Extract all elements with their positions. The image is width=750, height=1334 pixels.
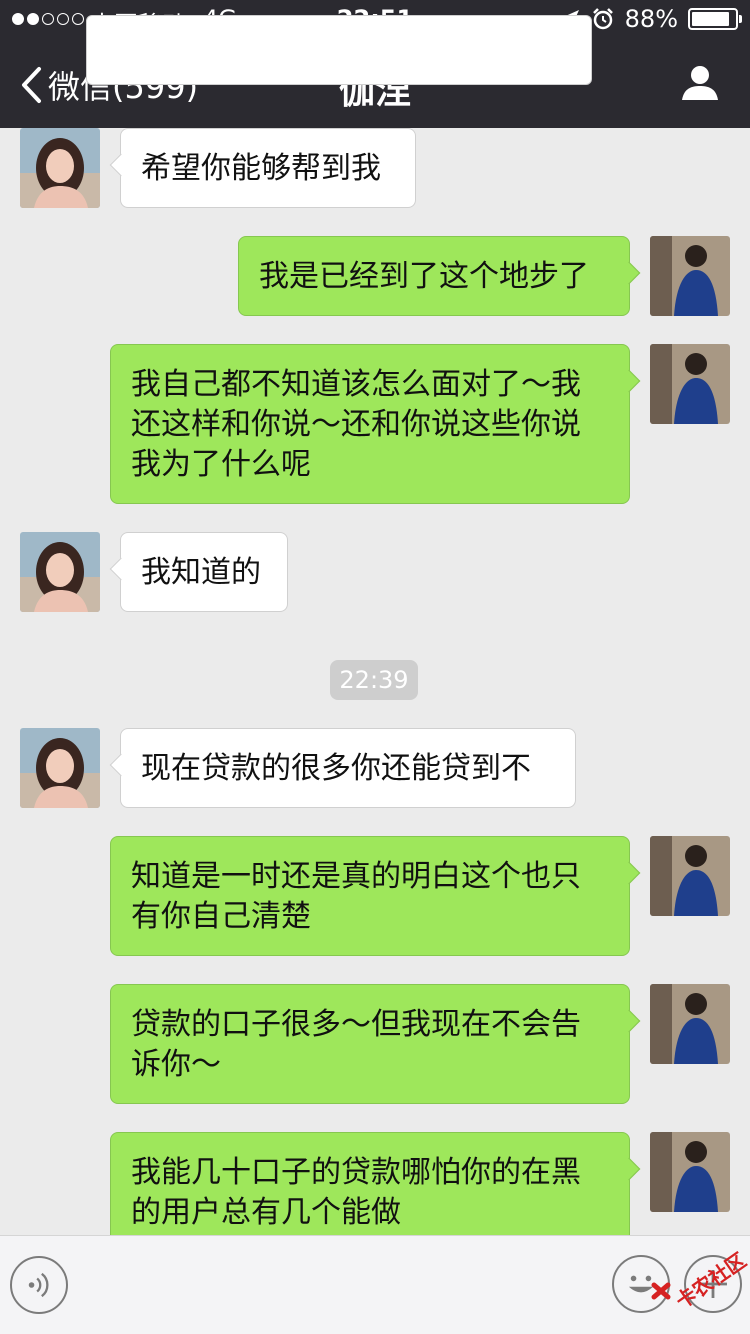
message-timestamp: 22:39 [330,660,418,700]
message-bubble[interactable]: 我是已经到了这个地步了 [238,236,641,316]
message-bubble[interactable]: 希望你能够帮到我 [109,128,416,208]
message-text: 知道是一时还是真的明白这个也只 有你自己清楚 [131,859,581,934]
battery-icon [688,8,742,30]
message-text: 我知道的 [141,555,261,590]
contact-profile-icon[interactable] [680,62,720,102]
message-text: 我是已经到了这个地步了 [259,259,589,294]
voice-input-icon[interactable] [10,1256,68,1314]
message-bubble[interactable]: 现在贷款的很多你还能贷到不 [109,728,576,808]
user-avatar[interactable] [650,236,730,316]
message-text: 我自己都不知道该怎么面对了～我 还这样和你说～还和你说这些你说 我为了什么呢 [131,367,581,482]
contact-avatar[interactable] [20,532,100,612]
contact-avatar[interactable] [20,128,100,208]
message-bubble[interactable]: 我知道的 [109,532,288,612]
message-bubble[interactable]: 知道是一时还是真的明白这个也只 有你自己清楚 [110,836,641,956]
alarm-clock-icon [592,8,613,30]
message-text: 希望你能够帮到我 [141,151,381,186]
chat-area[interactable]: 希望你能够帮到我 我是已经到了这个地步了 我自己都不知道该怎么面对了～我 还这样… [0,128,750,1235]
battery-level-fill [692,12,729,26]
user-avatar[interactable] [650,836,730,916]
message-bubble[interactable]: 我自己都不知道该怎么面对了～我 还这样和你说～还和你说这些你说 我为了什么呢 [110,344,641,504]
contact-avatar[interactable] [20,728,100,808]
message-text: 我能几十口子的贷款哪怕你的在黑 的用户总有几个能做 [131,1155,581,1230]
message-text: 贷款的口子很多～但我现在不会告 诉你～ [131,1007,581,1082]
message-text: 现在贷款的很多你还能贷到不 [141,751,531,786]
message-bubble[interactable]: 贷款的口子很多～但我现在不会告 诉你～ [110,984,641,1104]
user-avatar[interactable] [650,984,730,1064]
user-avatar[interactable] [650,344,730,424]
message-bubble[interactable]: 我能几十口子的贷款哪怕你的在黑 的用户总有几个能做 [110,1132,641,1235]
battery-percent: 88% [624,5,678,33]
message-input[interactable] [86,15,592,85]
user-avatar[interactable] [650,1132,730,1212]
